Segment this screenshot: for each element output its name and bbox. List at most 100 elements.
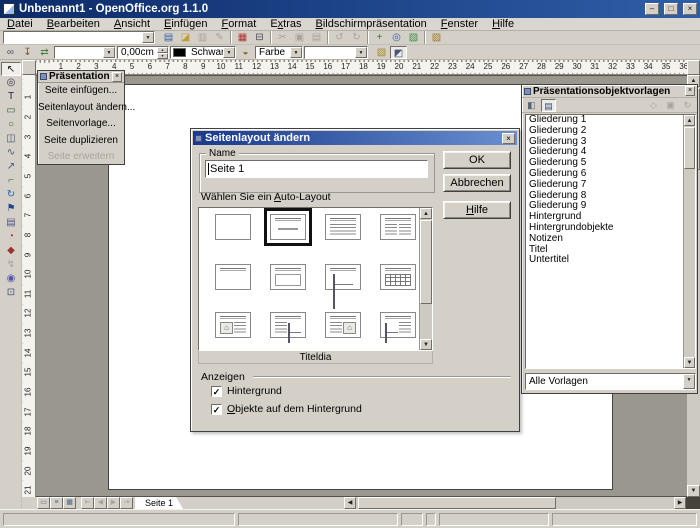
cut-icon[interactable]: ✂ — [274, 31, 291, 44]
3d-controller-tool[interactable]: ◉ — [1, 272, 21, 286]
scroll-right-icon[interactable]: ▶ — [674, 497, 686, 509]
copy-icon[interactable]: ▣ — [291, 31, 308, 44]
save-document-icon[interactable]: ▥ — [194, 31, 211, 44]
update-style-icon[interactable]: ↻ — [680, 99, 695, 112]
shadow-icon[interactable]: ▧ — [373, 46, 390, 59]
export-pdf-icon[interactable]: ▦ — [234, 31, 251, 44]
menu-item[interactable]: Extras — [263, 18, 308, 31]
graphic-styles-icon[interactable]: ◧ — [524, 99, 539, 112]
style-list-item[interactable]: Untertitel — [526, 255, 695, 266]
palette-item[interactable]: Seite einfügen... — [38, 83, 124, 100]
cancel-button[interactable]: Abbrechen — [443, 174, 511, 192]
menu-item[interactable]: Bildschirmpräsentation — [309, 18, 434, 31]
line-color-combobox[interactable]: Schwarz ▼ — [170, 46, 236, 59]
redo-icon[interactable]: ↻ — [348, 31, 365, 44]
layout-option-title-two-content[interactable] — [380, 214, 416, 240]
interaction-tool[interactable]: ↯ — [1, 258, 21, 272]
layout-option-title-box[interactable] — [270, 264, 306, 290]
helplines-icon[interactable]: ⇄ — [36, 46, 53, 59]
layout-option-title-only[interactable] — [215, 264, 251, 290]
zoom-icon[interactable]: ◎ — [388, 31, 405, 44]
menu-item[interactable]: Ansicht — [107, 18, 157, 31]
gallery-icon[interactable]: ▧ — [405, 31, 422, 44]
stylist-titlebar[interactable]: Präsentationsobjektvorlagen × — [522, 85, 697, 98]
objekte-checkbox[interactable]: ✓ — [211, 404, 222, 415]
print-icon[interactable]: ⊟ — [251, 31, 268, 44]
paste-icon[interactable]: ▤ — [308, 31, 325, 44]
last-page-button[interactable]: ⇥ — [120, 497, 133, 509]
scrollbar-thumb[interactable] — [684, 127, 695, 169]
first-page-button[interactable]: ⇤ — [81, 497, 94, 509]
scrollbar-thumb[interactable] — [420, 220, 432, 304]
previous-page-button[interactable]: ◀ — [94, 497, 107, 509]
help-button[interactable]: Hilfe — [443, 201, 511, 219]
lines-arrows-tool[interactable]: ↗ — [1, 160, 21, 174]
undo-icon[interactable]: ↺ — [331, 31, 348, 44]
insert-tool[interactable]: ◔ — [1, 230, 21, 244]
alignment-tool[interactable]: ⚑ — [1, 202, 21, 216]
menu-item[interactable]: Einfügen — [157, 18, 214, 31]
line-color-value[interactable]: Schwarz — [188, 47, 223, 58]
fill-type-combobox[interactable]: Farbe ▼ — [255, 46, 303, 59]
minimize-button[interactable]: – — [645, 3, 659, 15]
palette-titlebar[interactable]: Präsentation × — [38, 71, 124, 83]
connector-tool[interactable]: ⌐ — [1, 174, 21, 188]
effects-tool[interactable]: ◆ — [1, 244, 21, 258]
select-tool[interactable]: ↖ — [1, 62, 21, 76]
next-page-button[interactable]: ▶ — [107, 497, 120, 509]
menu-item[interactable]: Hilfe — [485, 18, 521, 31]
dialog-close-button[interactable]: × — [502, 133, 515, 144]
layout-option-title-text-chart[interactable] — [270, 312, 306, 338]
url-value[interactable] — [4, 32, 142, 43]
layout-scrollbar[interactable]: ▲ ▼ — [419, 208, 432, 350]
name-input[interactable]: Seite 1 — [205, 160, 428, 178]
layout-option-title-slide[interactable] — [270, 214, 306, 240]
scrollbar-thumb[interactable] — [358, 497, 556, 509]
menu-item[interactable]: Format — [214, 18, 263, 31]
line-style-combobox[interactable]: ▼ — [54, 46, 116, 59]
style-list-item[interactable]: Notizen — [526, 234, 695, 245]
horizontal-ruler[interactable]: 1234567891011121314151617181920212223242… — [36, 60, 687, 75]
zoom-tool[interactable]: ◎ — [1, 76, 21, 90]
open-document-icon[interactable]: ◪ — [177, 31, 194, 44]
style-list-scrollbar[interactable]: ▲ ▼ — [683, 115, 695, 368]
close-button[interactable]: × — [683, 3, 697, 15]
palette-item[interactable]: Seitenvorlage... — [38, 116, 124, 133]
fill-style-icon[interactable]: ◒ — [237, 46, 254, 59]
imagemap-icon[interactable]: ▨ — [428, 31, 445, 44]
stylist-close-button[interactable]: × — [685, 86, 695, 96]
slides-view-button[interactable]: ▦ — [63, 497, 76, 509]
layout-option-title-clipart-text[interactable]: ⌂ — [215, 312, 251, 338]
layout-option-blank[interactable] — [215, 214, 251, 240]
restore-button[interactable]: □ — [664, 3, 678, 15]
curve-tool[interactable]: ∿ — [1, 146, 21, 160]
style-list-item[interactable]: Gliederung 7 — [526, 180, 695, 191]
drawing-view-button[interactable]: ▭ — [37, 497, 50, 509]
palette-close-button[interactable]: × — [112, 72, 122, 82]
url-combobox[interactable]: ▼ — [3, 31, 155, 44]
layout-option-title-content[interactable] — [325, 214, 361, 240]
chevron-down-icon[interactable]: ▼ — [223, 47, 235, 58]
chevron-down-icon[interactable]: ▼ — [683, 374, 695, 389]
rotation-mode-icon[interactable]: ◩ — [390, 46, 407, 59]
fill-color-combobox[interactable]: ▼ — [304, 46, 368, 59]
hintergrund-checkbox[interactable]: ✓ — [211, 386, 222, 397]
chevron-down-icon[interactable]: ▼ — [142, 32, 154, 43]
layout-option-title-spreadsheet[interactable] — [380, 264, 416, 290]
presentation-tool[interactable]: ⊡ — [1, 286, 21, 300]
arrange-tool[interactable]: ▤ — [1, 216, 21, 230]
page-tab[interactable]: Seite 1 — [135, 497, 183, 509]
scroll-up-icon[interactable]: ▲ — [420, 208, 432, 219]
layout-option-title-chart[interactable] — [325, 264, 361, 290]
menu-item[interactable]: Bearbeiten — [40, 18, 107, 31]
scroll-down-icon[interactable]: ▼ — [420, 339, 432, 350]
chevron-down-icon[interactable]: ▼ — [355, 47, 367, 58]
new-document-icon[interactable]: ▤ — [160, 31, 177, 44]
dialog-titlebar[interactable]: Seitenlayout ändern × — [193, 131, 517, 145]
ok-button[interactable]: OK — [443, 151, 511, 169]
rectangle-tool[interactable]: ▭ — [1, 104, 21, 118]
text-tool[interactable]: T — [1, 90, 21, 104]
layout-option-title-chart-text[interactable] — [380, 312, 416, 338]
presentation-styles-icon[interactable]: ▤ — [541, 99, 556, 112]
layout-option-title-text-clipart[interactable]: ⌂ — [325, 312, 361, 338]
